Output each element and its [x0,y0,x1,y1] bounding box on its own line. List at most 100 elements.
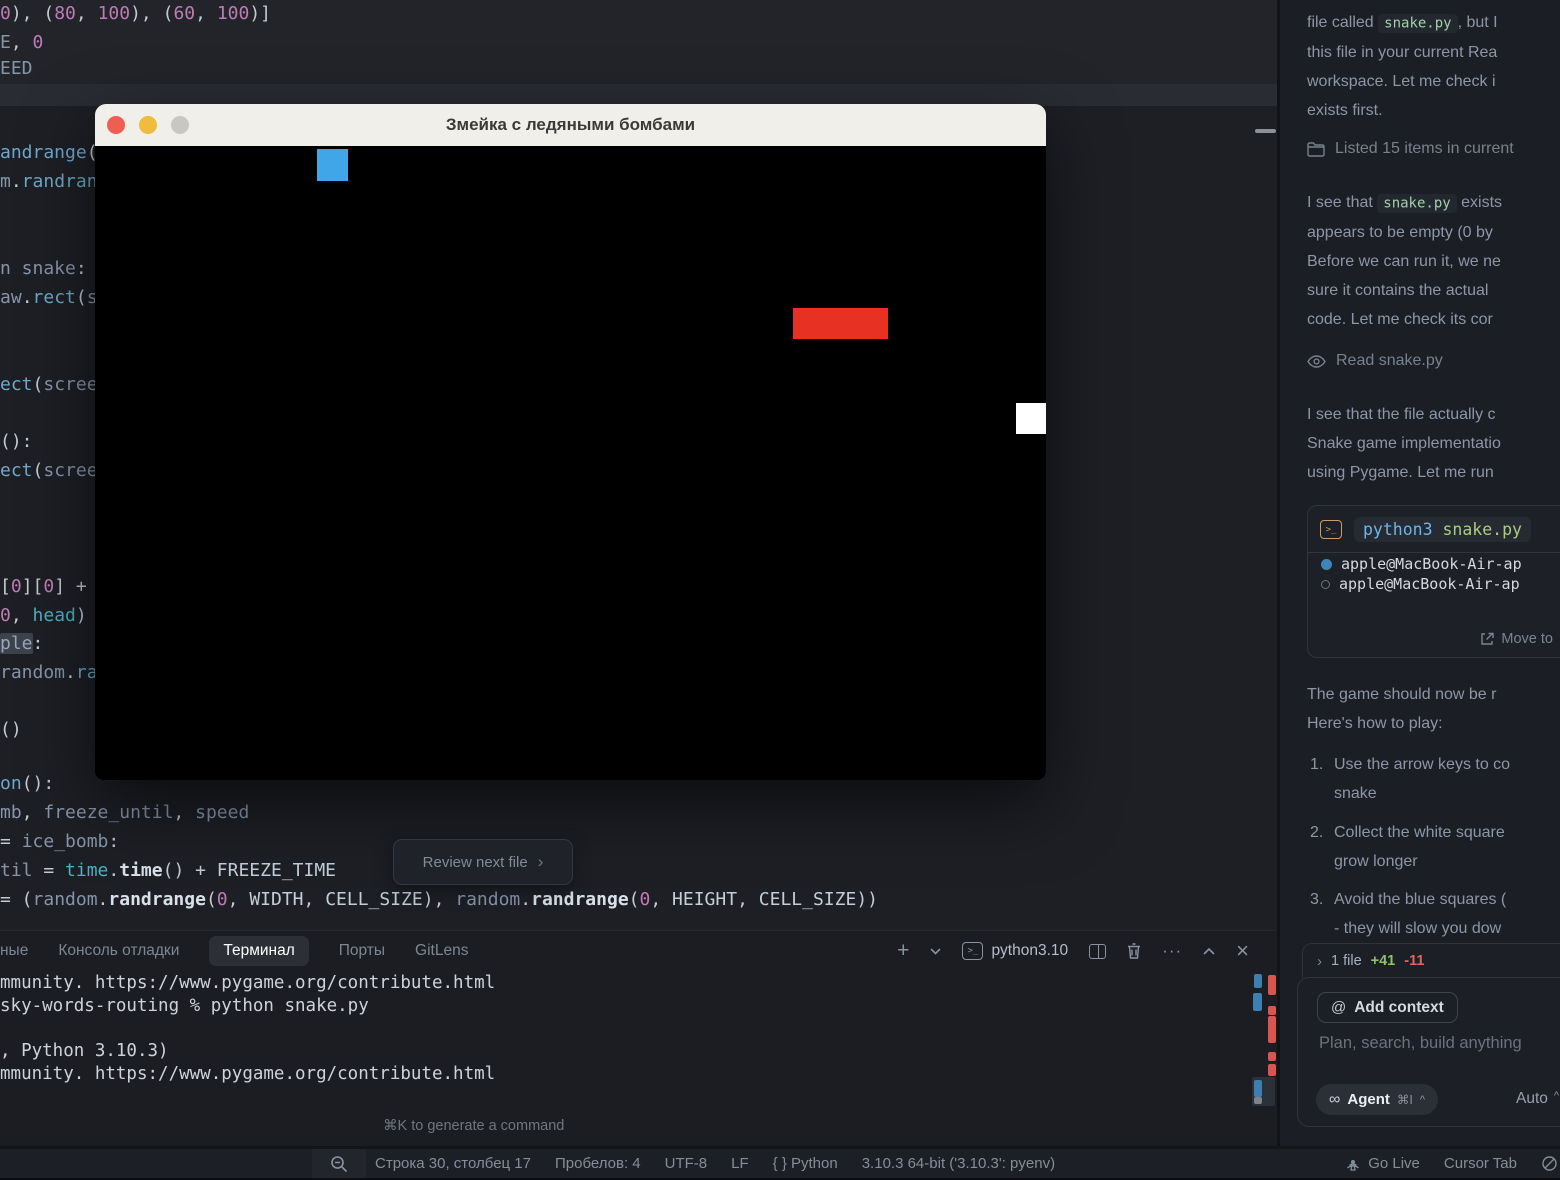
review-next-file-label: Review next file [423,854,528,871]
snake-body-rect [793,308,888,339]
assistant-list-item: 1.Use the arrow keys to cosnake [1310,750,1510,808]
agent-mode-selector[interactable]: ∞ Agent ⌘I ^ [1316,1084,1438,1115]
search-button[interactable] [312,1149,366,1178]
list-item-lines: Use the arrow keys to cosnake [1334,750,1510,808]
status-item[interactable]: LF [731,1155,749,1172]
code-token: WIDTH [249,889,303,910]
terminal-output-row: apple@MacBook-Air-ap [1308,573,1560,593]
status-item[interactable]: Пробелов: 4 [555,1155,641,1172]
editor-area: 0), (80, 100), (60, 100)]E, 0EEDandrange… [0,0,1277,1146]
assistant-list-item: 2.Collect the white squaregrow longer [1310,818,1505,876]
terminal-output-line: , Python 3.10.3) [0,1041,169,1061]
chevron-down-icon[interactable] [930,948,941,955]
status-item[interactable]: { } Python [773,1155,838,1172]
changed-files-bar[interactable]: › 1 file +41 -11 [1302,943,1560,978]
inline-code: snake.py [1377,194,1456,213]
code-token: (): [0,431,33,452]
status-item[interactable]: 3.10.3 64-bit ('3.10.3': pyenv) [862,1155,1055,1172]
code-token: ) [76,605,87,626]
code-token: = [43,860,65,881]
code-line: = ice_bomb: [0,830,119,854]
text-span: appears to be empty (0 by [1307,224,1493,241]
move-to-button[interactable]: Move to [1480,631,1553,647]
model-selector[interactable]: Auto ^ [1516,1090,1559,1108]
kill-terminal-button[interactable] [1127,943,1141,959]
terminal-command-card[interactable]: >_ python3 snake.py apple@MacBook-Air-ap… [1307,505,1560,658]
code-line: 0, head) [0,604,87,628]
status-item[interactable]: UTF-8 [665,1155,708,1172]
chat-input-box[interactable]: @ Add context Plan, search, build anythi… [1297,977,1560,1127]
minimize-traffic-light[interactable] [139,116,157,134]
list-number: 2. [1310,818,1334,876]
text-span: workspace. Let me check i [1307,73,1496,90]
terminal-tab-debug-console[interactable]: Консоль отладки [58,942,179,960]
more-actions-button[interactable]: ··· [1162,941,1182,961]
minimap-slider[interactable] [1255,129,1276,133]
code-token: 0 [33,32,44,53]
code-token: random [0,662,65,683]
code-line: () [0,718,22,742]
assistant-text-line: I see that snake.py exists [1307,188,1560,218]
close-traffic-light[interactable] [107,116,125,134]
cursor-tab-status[interactable]: Cursor Tab [1444,1155,1517,1172]
add-context-button[interactable]: @ Add context [1317,992,1458,1023]
assistant-text-line: - they will slow you dow [1334,914,1506,943]
zoom-traffic-light[interactable] [171,116,189,134]
terminal-session-label: python3.10 [991,942,1068,960]
new-terminal-button[interactable]: + [897,939,909,963]
terminal-output[interactable]: mmunity. https://www.pygame.org/contribu… [0,971,1277,1101]
code-token: )) [856,889,878,910]
code-token: time [65,860,108,881]
text-span: exists [1457,194,1502,211]
maximize-panel-button[interactable] [1203,947,1215,955]
chat-input-placeholder[interactable]: Plan, search, build anything [1319,1034,1522,1053]
code-token: random [33,889,98,910]
terminal-tab-ports[interactable]: Порты [339,942,385,960]
code-token: ice_bomb [22,831,109,852]
code-line: EED [0,57,33,81]
tool-call-row[interactable]: Read snake.py [1307,352,1443,370]
code-token: , [11,605,33,626]
code-token: head [33,605,76,626]
do-not-disturb-icon[interactable] [1541,1155,1558,1172]
code-token: scree [43,374,97,395]
code-token: speed [195,802,249,823]
code-token: time [119,860,162,881]
assistant-text-line: this file in your current Rea [1307,38,1560,67]
code-token: , [173,802,195,823]
text-span: Snake game implementatio [1307,435,1501,452]
code-line: [0][0] + [0,575,87,599]
code-token: () + [163,860,217,881]
code-token: , [11,32,33,53]
terminal-tab-output[interactable]: ные [0,942,28,960]
chevron-right-icon: › [1317,953,1322,970]
terminal-icon: >_ [1320,520,1342,539]
status-item[interactable]: Строка 30, столбец 17 [375,1155,531,1172]
pending-dot-icon [1321,580,1330,589]
code-token: 0 [11,576,22,597]
code-token: scree [43,460,97,481]
split-terminal-button[interactable] [1089,944,1106,959]
list-item-lines: Avoid the blue squares (- they will slow… [1334,885,1506,943]
terminal-session-item[interactable]: >_ python3.10 [962,942,1068,960]
code-line: ple: [0,632,43,656]
code-token: CELL_SIZE [325,889,423,910]
review-next-file-button[interactable]: Review next file › [393,839,573,885]
assistant-list-item: 3.Avoid the blue squares (- they will sl… [1310,885,1506,943]
code-token: aw [0,287,22,308]
output-text: apple@MacBook-Air-ap [1339,575,1520,593]
go-live-button[interactable]: Go Live [1345,1155,1420,1172]
close-panel-button[interactable]: × [1236,938,1249,964]
code-token: on [0,773,22,794]
pygame-titlebar[interactable]: Змейка с ледяными бомбами [95,104,1046,146]
terminal-tab-terminal[interactable]: Терминал [209,936,308,966]
tool-call-row[interactable]: Listed 15 items in current [1307,140,1514,158]
at-icon: @ [1331,999,1346,1016]
changed-files-count: 1 file [1331,953,1362,969]
pygame-window[interactable]: Змейка с ледяными бомбами [95,104,1046,780]
tool-call-label: Listed 15 items in current [1335,140,1514,158]
code-line: mb, freeze_until, speed [0,801,249,825]
terminal-output-line: mmunity. https://www.pygame.org/contribu… [0,1064,495,1084]
add-context-label: Add context [1354,999,1444,1017]
terminal-tab-gitlens[interactable]: GitLens [415,942,468,960]
